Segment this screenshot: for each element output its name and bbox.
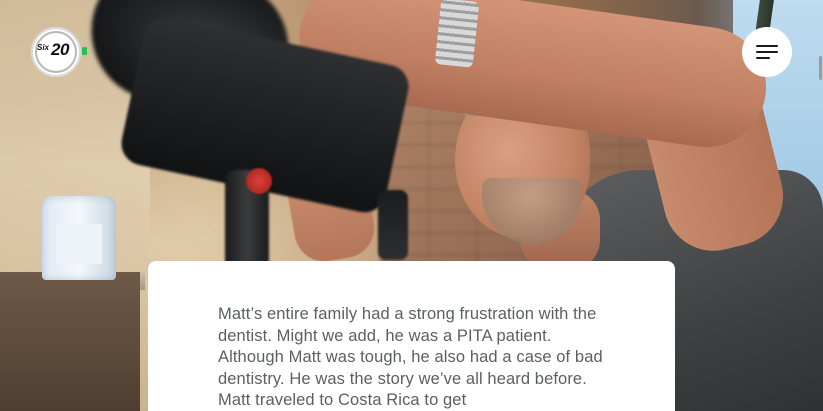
menu-button[interactable] xyxy=(742,27,792,77)
story-card: Matt’s entire family had a strong frustr… xyxy=(148,261,675,411)
photo-red-knob xyxy=(246,168,272,194)
photo-camera-strap xyxy=(378,190,408,260)
scrollbar-thumb[interactable] xyxy=(819,56,822,80)
logo-prefix: Six xyxy=(37,43,50,52)
photo-bottle-label xyxy=(56,224,102,264)
story-paragraph: Matt’s entire family had a strong frustr… xyxy=(218,305,603,409)
photo-shelf xyxy=(0,272,140,411)
page: Six 20 Matt’s entire family had a strong… xyxy=(0,0,823,411)
scrollbar[interactable] xyxy=(815,0,823,411)
logo-number: 20 xyxy=(51,40,69,59)
photo-watch xyxy=(434,0,480,68)
logo-accent-dot xyxy=(82,47,87,55)
